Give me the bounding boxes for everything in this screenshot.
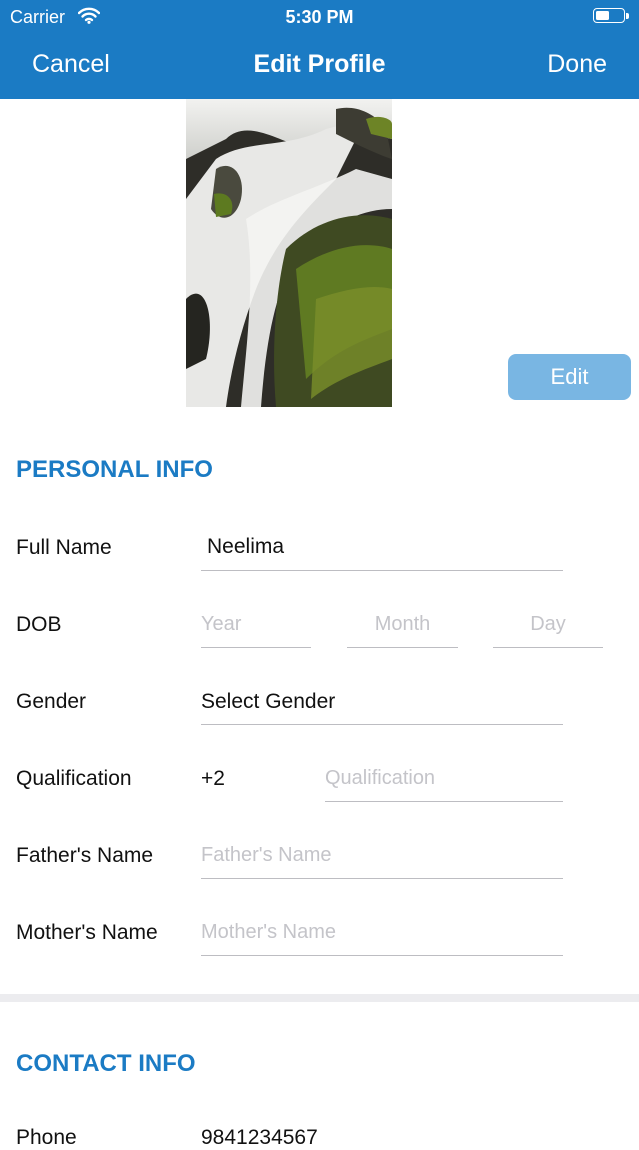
page-title: Edit Profile <box>253 50 386 78</box>
edit-photo-button[interactable]: Edit <box>508 354 631 400</box>
gender-label: Gender <box>16 690 87 713</box>
gender-select[interactable]: Select Gender <box>201 690 335 714</box>
full-name-underline <box>201 570 563 571</box>
qualification-underline <box>325 801 563 802</box>
dob-month-underline <box>347 647 458 648</box>
done-button[interactable]: Done <box>547 50 607 79</box>
fathers-name-underline <box>201 878 563 879</box>
phone-field[interactable]: 9841234567 <box>201 1126 318 1150</box>
qualification-field[interactable]: Qualification <box>325 767 435 790</box>
qualification-level-select[interactable]: +2 <box>201 767 225 791</box>
phone-label: Phone <box>16 1126 77 1149</box>
fathers-name-field[interactable]: Father's Name <box>201 844 332 867</box>
profile-photo <box>186 99 392 407</box>
dob-day-field[interactable]: Day <box>493 613 603 636</box>
status-bar: Carrier 5:30 PM <box>0 0 639 34</box>
section-divider <box>0 994 639 1002</box>
personal-info-heading: PERSONAL INFO <box>16 456 213 483</box>
dob-day-underline <box>493 647 603 648</box>
full-name-label: Full Name <box>16 536 112 559</box>
dob-year-field[interactable]: Year <box>201 613 241 636</box>
navigation-bar: Carrier 5:30 PM Cancel Edit Profile Done <box>0 0 639 99</box>
dob-year-underline <box>201 647 311 648</box>
fathers-name-label: Father's Name <box>16 844 154 867</box>
dob-label: DOB <box>16 613 62 636</box>
battery-icon <box>593 8 629 25</box>
qualification-label: Qualification <box>16 767 132 790</box>
clock: 5:30 PM <box>285 7 354 27</box>
contact-info-heading: CONTACT INFO <box>16 1050 196 1077</box>
dob-month-field[interactable]: Month <box>347 613 458 636</box>
mothers-name-field[interactable]: Mother's Name <box>201 921 336 944</box>
gender-underline <box>201 724 563 725</box>
mothers-name-label: Mother's Name <box>16 921 158 944</box>
full-name-field[interactable]: Neelima <box>207 535 284 559</box>
mothers-name-underline <box>201 955 563 956</box>
